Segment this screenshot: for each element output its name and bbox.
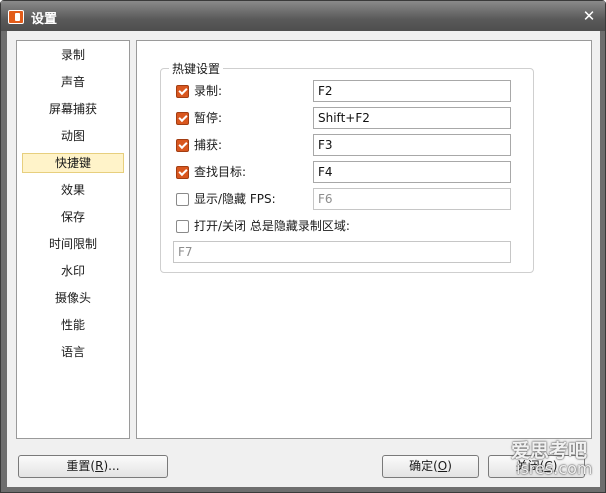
reset-button-label: 重置 [66,459,91,473]
sidebar-item-watermark[interactable]: 水印 [22,261,124,281]
sidebar-item-sound[interactable]: 声音 [22,72,124,92]
close-button[interactable]: ✕ [579,6,599,26]
hotkey-capture-option[interactable]: 捕获: [176,137,222,153]
hotkey-record-field[interactable]: F2 [313,80,511,102]
app-icon [8,10,24,24]
hotkey-capture-checkbox[interactable] [176,138,189,152]
hotkey-pause-checkbox[interactable] [176,111,189,125]
hotkey-record-option[interactable]: 录制: [176,83,222,99]
dialog-body: 录制 声音 屏幕捕获 动图 快捷键 效果 保存 时间限制 水印 摄像头 性能 语… [7,31,600,487]
reset-button-suffix: ... [108,459,120,473]
title-bar[interactable]: 设置 ✕ [1,1,605,31]
hotkeys-settings-panel: 热键设置 录制: F2 暂停: Shift+F2 捕获: F3 查找目标: F4… [136,40,592,439]
hotkey-pause-label: 暂停: [194,111,223,125]
settings-category-list: 录制 声音 屏幕捕获 动图 快捷键 效果 保存 时间限制 水印 摄像头 性能 语… [16,40,130,439]
settings-window: 设置 ✕ 录制 声音 屏幕捕获 动图 快捷键 效果 保存 时间限制 水印 摄像头… [0,0,606,493]
hotkey-group-title: 热键设置 [169,60,224,77]
hotkey-fps-field[interactable]: F6 [313,188,511,210]
hotkey-pause-option[interactable]: 暂停: [176,110,222,126]
hotkey-record-checkbox[interactable] [176,84,189,98]
cancel-button-mnemonic: C [544,459,553,473]
hotkey-find-target-checkbox[interactable] [176,165,189,179]
hotkey-record-label: 录制: [194,84,223,98]
hotkey-hide-area-checkbox[interactable] [176,219,189,233]
hotkey-hide-area-option[interactable]: 打开/关闭 总是隐藏录制区域: [176,218,350,234]
cancel-button[interactable]: 关闭(C) [488,455,585,478]
sidebar-item-screen-capture[interactable]: 屏幕捕获 [22,99,124,119]
sidebar-item-effects[interactable]: 效果 [22,180,124,200]
ok-button-mnemonic: O [437,459,448,473]
hotkey-fps-checkbox[interactable] [176,192,189,206]
hotkey-capture-label: 捕获: [194,138,223,152]
sidebar-item-hotkeys[interactable]: 快捷键 [22,153,124,173]
hotkey-hide-area-field[interactable]: F7 [173,241,511,263]
sidebar-item-webcam[interactable]: 摄像头 [22,288,124,308]
cancel-button-label: 关闭 [515,459,540,473]
ok-button[interactable]: 确定(O) [382,455,479,478]
sidebar-item-time-limit[interactable]: 时间限制 [22,234,124,254]
hotkey-fps-option[interactable]: 显示/隐藏 FPS: [176,191,276,207]
hotkey-find-target-option[interactable]: 查找目标: [176,164,246,180]
reset-button[interactable]: 重置(R)... [18,455,168,478]
sidebar-item-save[interactable]: 保存 [22,207,124,227]
sidebar-item-performance[interactable]: 性能 [22,315,124,335]
reset-button-mnemonic: R [95,459,104,473]
sidebar-item-animation[interactable]: 动图 [22,126,124,146]
hotkey-find-target-label: 查找目标: [194,165,247,179]
hotkey-find-target-field[interactable]: F4 [313,161,511,183]
hotkey-capture-field[interactable]: F3 [313,134,511,156]
hotkey-pause-field[interactable]: Shift+F2 [313,107,511,129]
window-title: 设置 [31,12,58,27]
hotkey-hide-area-label: 打开/关闭 总是隐藏录制区域: [194,219,350,233]
sidebar-item-record[interactable]: 录制 [22,45,124,65]
sidebar-item-language[interactable]: 语言 [22,342,124,362]
hotkey-fps-label: 显示/隐藏 FPS: [194,192,276,206]
ok-button-label: 确定 [409,459,434,473]
